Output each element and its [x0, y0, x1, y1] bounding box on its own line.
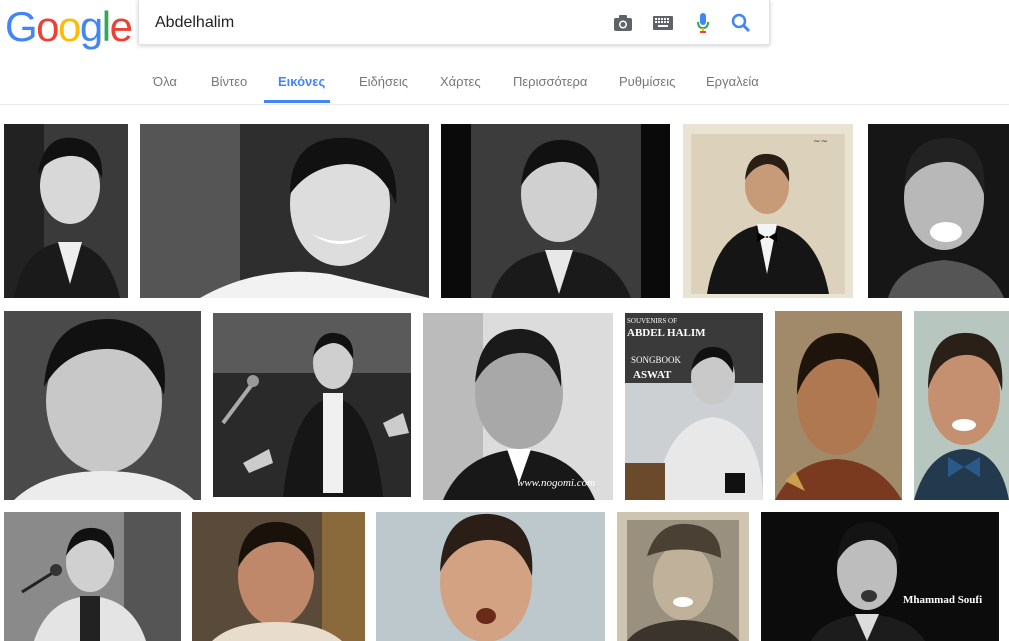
keyboard-icon[interactable] — [651, 11, 675, 35]
image-result[interactable]: ~~ — [683, 124, 853, 298]
watermark-text: www.nogomi.com — [517, 477, 596, 489]
search-icon[interactable] — [729, 11, 753, 35]
image-result[interactable] — [617, 512, 749, 641]
image-result[interactable] — [140, 124, 429, 298]
image-result[interactable] — [4, 512, 181, 641]
tab-settings[interactable]: Ρυθμίσεις — [619, 74, 675, 89]
logo-letter: g — [79, 3, 103, 50]
image-result[interactable] — [868, 124, 1009, 298]
logo-letter: e — [109, 3, 133, 50]
tab-maps[interactable]: Χάρτες — [440, 74, 481, 89]
image-result[interactable] — [4, 311, 201, 500]
image-result[interactable] — [192, 512, 365, 641]
tab-videos[interactable]: Βίντεο — [211, 74, 247, 89]
image-result[interactable] — [441, 124, 670, 298]
image-result[interactable] — [775, 311, 902, 500]
image-result[interactable] — [4, 124, 128, 298]
image-result[interactable]: www.nogomi.com — [423, 313, 613, 500]
logo-letter: o — [58, 3, 81, 50]
cover-title: ASWAT — [633, 369, 672, 381]
tab-news[interactable]: Ειδήσεις — [359, 74, 408, 89]
tab-more[interactable]: Περισσότερα — [513, 74, 587, 89]
svg-text:~~: ~~ — [813, 137, 828, 147]
tab-images[interactable]: Εικόνες — [278, 74, 325, 89]
logo-letter: G — [5, 3, 38, 50]
cover-title: ABDEL HALIM — [627, 327, 706, 339]
watermark-text: Mhammad Soufi — [903, 594, 983, 606]
tab-all[interactable]: Όλα — [153, 74, 177, 89]
image-result[interactable] — [914, 311, 1009, 500]
search-tabs: Όλα Βίντεο Εικόνες Ειδήσεις Χάρτες Περισ… — [0, 58, 1009, 105]
microphone-icon[interactable] — [691, 11, 715, 35]
image-result[interactable]: SOUVENIRS OF ABDEL HALIM SONGBOOK ASWAT — [625, 313, 763, 500]
cover-title: SONGBOOK — [631, 355, 682, 365]
logo-letter: l — [101, 3, 111, 50]
google-logo[interactable]: Google — [5, 3, 133, 50]
image-result[interactable] — [213, 313, 411, 497]
image-result[interactable]: Mhammad Soufi — [761, 512, 999, 641]
tab-tools[interactable]: Εργαλεία — [706, 74, 759, 89]
search-box[interactable]: Abdelhalim — [138, 0, 770, 45]
search-input[interactable]: Abdelhalim — [155, 14, 234, 32]
logo-letter: o — [36, 3, 59, 50]
cover-title: SOUVENIRS OF — [627, 317, 677, 325]
camera-icon[interactable] — [611, 11, 635, 35]
image-result[interactable] — [376, 512, 605, 641]
active-tab-indicator — [264, 100, 330, 103]
